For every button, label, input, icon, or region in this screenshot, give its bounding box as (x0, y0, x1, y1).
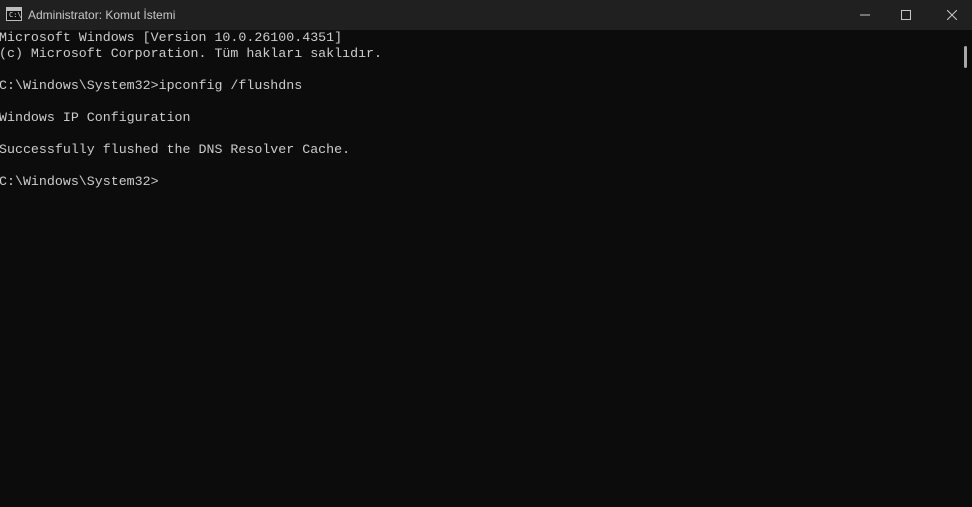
terminal-line-prompt[interactable]: C:\Windows\System32> (0, 174, 159, 190)
terminal-line-command: C:\Windows\System32>ipconfig /flushdns (0, 78, 303, 93)
title-bar[interactable]: C:\ Administrator: Komut İstemi (0, 0, 972, 30)
scrollbar-thumb[interactable] (964, 46, 967, 68)
icon-prompt-glyph: C:\ (9, 11, 22, 19)
terminal-line-result: Successfully flushed the DNS Resolver Ca… (0, 142, 351, 157)
close-button[interactable] (929, 0, 972, 30)
terminal-output[interactable]: Microsoft Windows [Version 10.0.26100.43… (0, 30, 958, 507)
maximize-button[interactable] (883, 0, 929, 30)
command-prompt-icon[interactable]: C:\ (6, 7, 22, 21)
command-prompt-window: C:\ Administrator: Komut İstemi Microsof… (0, 0, 972, 507)
close-icon (947, 10, 957, 20)
minimize-icon (860, 14, 870, 16)
minimize-button[interactable] (842, 0, 888, 30)
vertical-scrollbar[interactable] (958, 30, 972, 507)
maximize-icon (901, 10, 911, 20)
terminal-line-ip-config: Windows IP Configuration (0, 110, 191, 125)
window-title: Administrator: Komut İstemi (28, 8, 176, 22)
terminal-line-copyright: (c) Microsoft Corporation. Tüm hakları s… (0, 46, 383, 61)
terminal-line-version: Microsoft Windows [Version 10.0.26100.43… (0, 30, 343, 45)
